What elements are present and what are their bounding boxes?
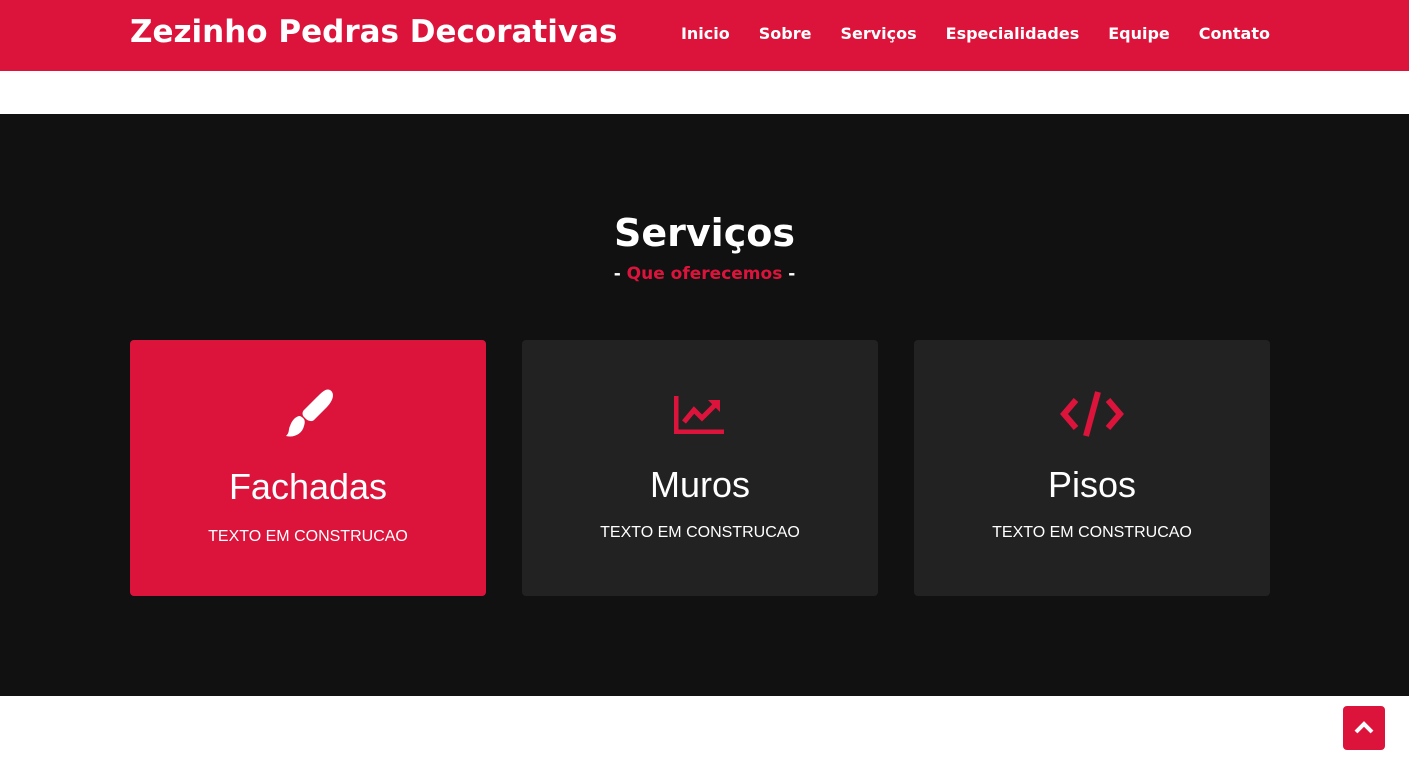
brand-logo[interactable]: Zezinho Pedras Decorativas xyxy=(130,14,617,50)
card-title: Fachadas xyxy=(228,466,388,507)
services-section: Serviços - Que oferecemos - Fachadas TEX… xyxy=(0,114,1409,696)
chevron-up-icon xyxy=(1354,719,1374,738)
nav-link-especialidades[interactable]: Especialidades xyxy=(946,24,1080,43)
card-text: TEXTO EM CONSTRUCAO xyxy=(208,528,408,545)
paint-brush-icon xyxy=(130,384,486,444)
subtitle-text: Que oferecemos xyxy=(626,264,783,284)
card-text: TEXTO EM CONSTRUCAO xyxy=(992,524,1192,541)
section-title: Serviços xyxy=(614,211,795,255)
service-card-fachadas[interactable]: Fachadas TEXTO EM CONSTRUCAO xyxy=(130,340,486,596)
section-subtitle: - Que oferecemos - xyxy=(0,264,1409,284)
card-title: Pisos xyxy=(1047,464,1137,505)
card-title: Muros xyxy=(649,464,751,505)
code-icon xyxy=(914,384,1270,444)
subtitle-dash-left: - xyxy=(613,264,621,284)
nav-menu: Inicio Sobre Serviços Especialidades Equ… xyxy=(681,24,1270,43)
nav-link-inicio[interactable]: Inicio xyxy=(681,24,730,43)
back-to-top-button[interactable] xyxy=(1343,706,1385,750)
service-card-muros[interactable]: Muros TEXTO EM CONSTRUCAO xyxy=(522,340,878,596)
card-text: TEXTO EM CONSTRUCAO xyxy=(600,524,800,541)
navbar: Zezinho Pedras Decorativas Inicio Sobre … xyxy=(0,0,1409,71)
service-card-pisos[interactable]: Pisos TEXTO EM CONSTRUCAO xyxy=(914,340,1270,596)
nav-link-contato[interactable]: Contato xyxy=(1199,24,1270,43)
nav-link-servicos[interactable]: Serviços xyxy=(840,24,916,43)
nav-link-equipe[interactable]: Equipe xyxy=(1108,24,1170,43)
subtitle-dash-right: - xyxy=(788,264,796,284)
nav-link-sobre[interactable]: Sobre xyxy=(759,24,812,43)
chart-line-icon xyxy=(522,384,878,444)
